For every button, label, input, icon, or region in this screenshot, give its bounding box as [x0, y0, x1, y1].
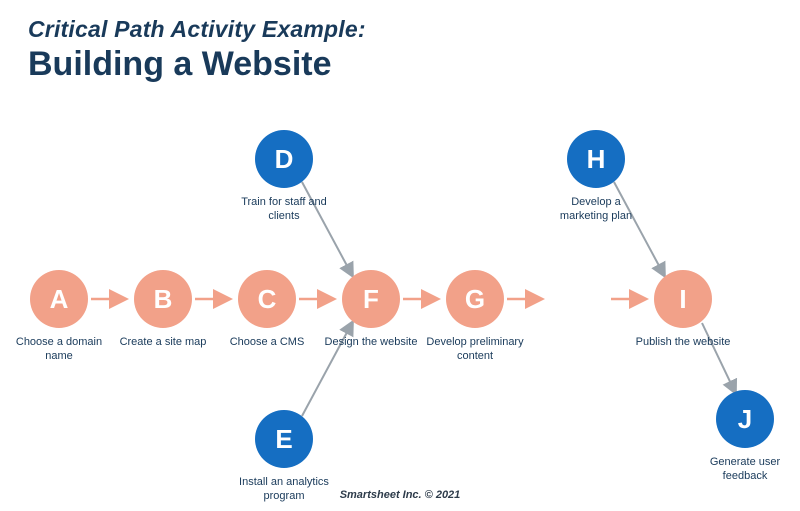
node-b: B [134, 270, 192, 328]
node-c-label: Choose a CMS [217, 336, 317, 350]
title-block: Critical Path Activity Example: Building… [28, 16, 366, 84]
node-h-letter: H [587, 144, 606, 175]
node-j-label: Generate user feedback [695, 456, 795, 484]
node-f-letter: F [363, 284, 379, 315]
node-b-letter: B [154, 284, 173, 315]
node-c-letter: C [258, 284, 277, 315]
node-f: F [342, 270, 400, 328]
node-g-label: Develop preliminary content [425, 336, 525, 364]
title-main: Building a Website [28, 45, 366, 84]
node-a-letter: A [50, 284, 69, 315]
node-d-label: Train for staff and clients [234, 196, 334, 224]
node-j: J [716, 390, 774, 448]
node-d-letter: D [275, 144, 294, 175]
node-c: C [238, 270, 296, 328]
node-e-letter: E [275, 424, 292, 455]
node-i-letter: I [679, 284, 686, 315]
node-h: H [567, 130, 625, 188]
node-g-letter: G [465, 284, 485, 315]
node-e: E [255, 410, 313, 468]
node-d: D [255, 130, 313, 188]
node-f-label: Design the website [321, 336, 421, 350]
node-g: G [446, 270, 504, 328]
node-b-label: Create a site map [113, 336, 213, 350]
node-h-label: Develop a marketing plan [546, 196, 646, 224]
node-i: I [654, 270, 712, 328]
node-j-letter: J [738, 404, 752, 435]
footer-attribution: Smartsheet Inc. © 2021 [0, 489, 800, 501]
diagram: A Choose a domain name B Create a site m… [0, 110, 800, 480]
node-i-label: Publish the website [633, 336, 733, 350]
node-a-label: Choose a domain name [9, 336, 109, 364]
title-sup: Critical Path Activity Example: [28, 16, 366, 43]
node-a: A [30, 270, 88, 328]
